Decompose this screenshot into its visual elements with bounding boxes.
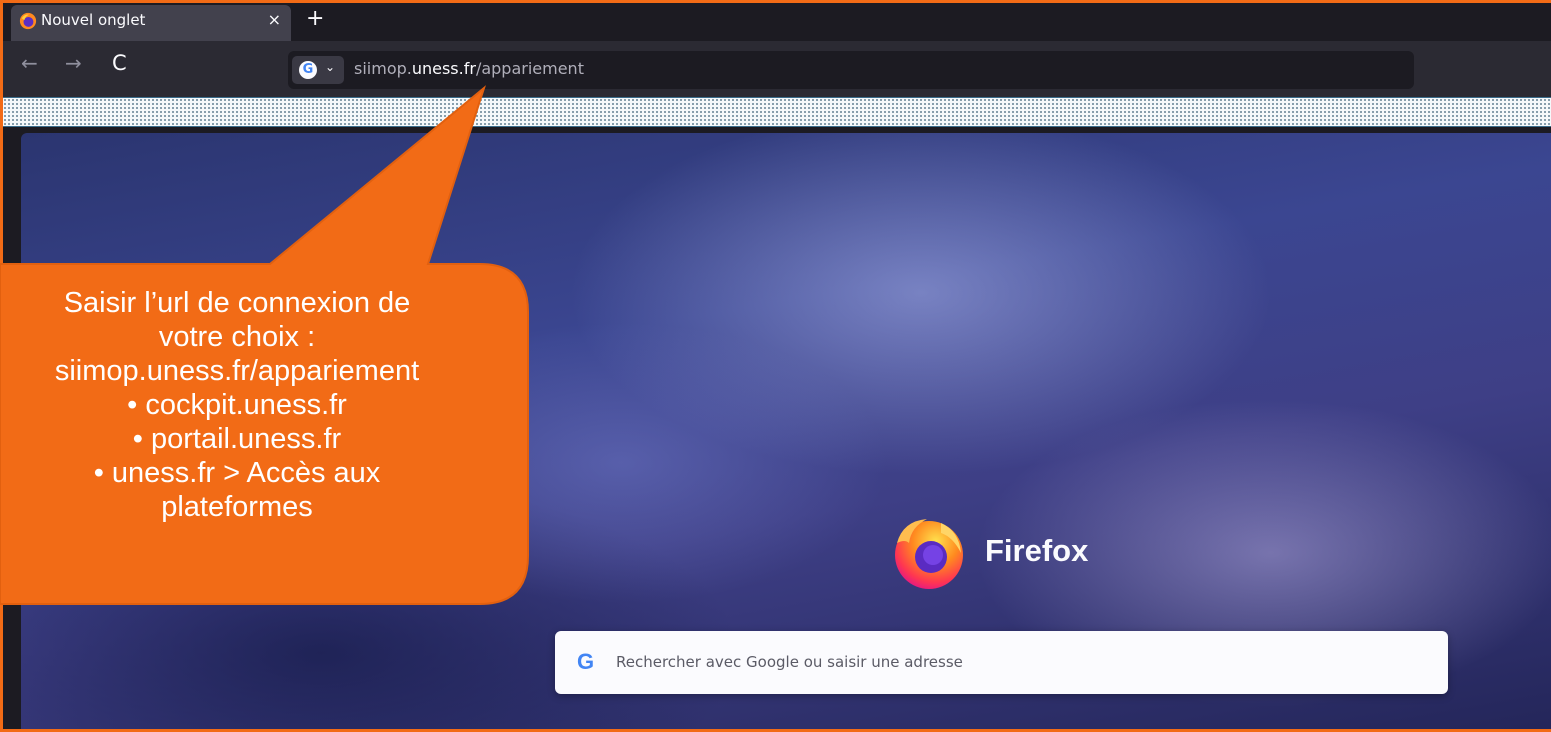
- firefox-logo-icon: [895, 519, 963, 589]
- callout-line: • uness.fr > Accès aux: [93, 457, 381, 489]
- firefox-icon: [19, 12, 37, 30]
- url-path: /appariement: [475, 59, 584, 78]
- search-input[interactable]: G Rechercher avec Google ou saisir une a…: [555, 631, 1448, 694]
- bookmarks-toolbar: [3, 97, 1551, 127]
- callout-text: Saisir l’url de connexion de votre choix…: [0, 286, 474, 524]
- back-arrow-icon[interactable]: ←: [21, 51, 38, 75]
- tab-nouvel-onglet[interactable]: Nouvel onglet ×: [11, 5, 291, 41]
- search-placeholder: Rechercher avec Google ou saisir une adr…: [616, 653, 963, 671]
- google-icon: G: [299, 61, 317, 79]
- tab-strip: Nouvel onglet × +: [3, 3, 1551, 41]
- search-engine-selector[interactable]: G ⌄: [292, 56, 344, 84]
- firefox-brand: Firefox: [889, 513, 1149, 593]
- tab-title: Nouvel onglet: [41, 11, 146, 29]
- url-prefix: siimop.: [354, 59, 412, 78]
- callout-line: votre choix :: [158, 321, 316, 353]
- callout-line: plateformes: [161, 491, 313, 523]
- reload-icon[interactable]: C: [112, 51, 127, 75]
- close-tab-icon[interactable]: ×: [268, 10, 281, 29]
- forward-arrow-icon[interactable]: →: [65, 51, 82, 75]
- callout-line: • cockpit.uness.fr: [127, 389, 347, 421]
- callout-line: • portail.uness.fr: [132, 423, 342, 455]
- callout-line: siimop.uness.fr/appariement: [54, 355, 420, 387]
- firefox-wordmark: Firefox: [985, 533, 1089, 568]
- address-bar[interactable]: G ⌄ siimop.uness.fr/appariement: [288, 51, 1414, 89]
- navigation-toolbar: ← → C G ⌄ siimop.uness.fr/appariement: [3, 41, 1551, 97]
- callout-line: Saisir l’url de connexion de: [63, 287, 411, 319]
- url-domain: uness.fr: [411, 59, 476, 78]
- url-text[interactable]: siimop.uness.fr/appariement: [354, 59, 584, 78]
- google-icon: G: [577, 649, 595, 674]
- chevron-down-icon: ⌄: [325, 60, 336, 74]
- new-tab-button[interactable]: +: [306, 6, 324, 31]
